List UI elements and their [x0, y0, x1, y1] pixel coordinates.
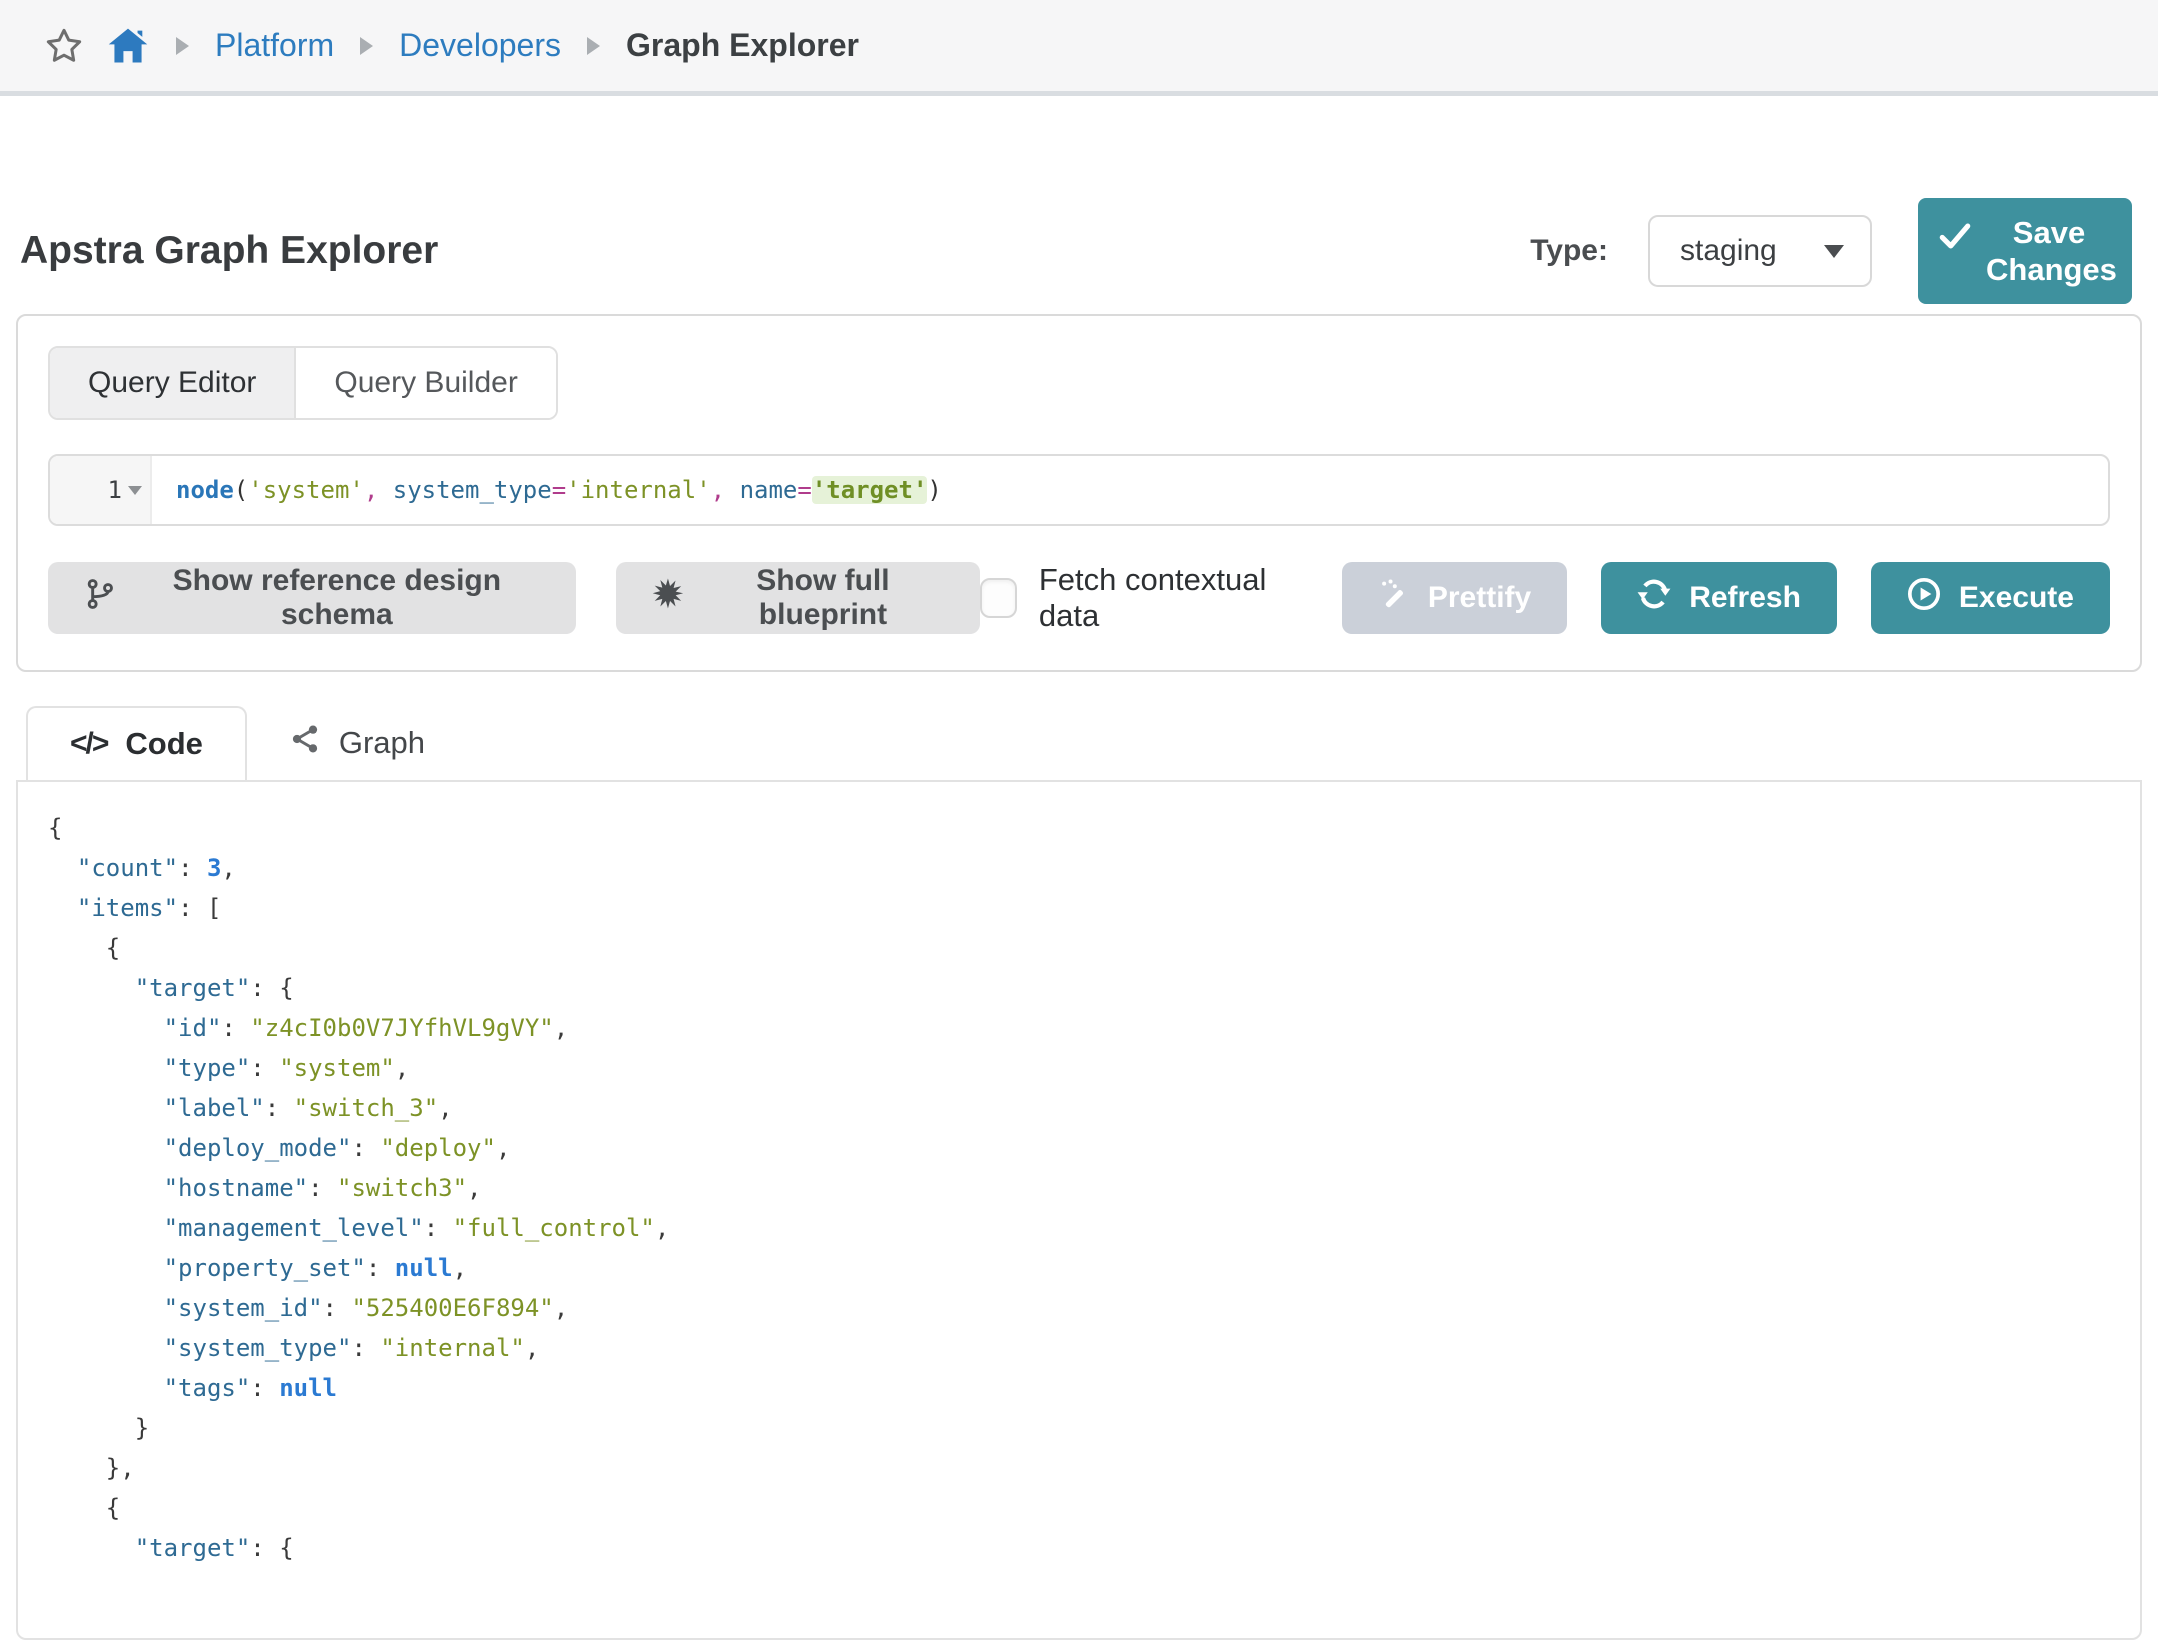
tab-query-builder[interactable]: Query Builder — [296, 348, 555, 418]
type-select[interactable]: staging — [1648, 215, 1872, 287]
line-number: 1 — [108, 476, 122, 504]
fetch-contextual-group: Fetch contextual data — [980, 562, 1308, 634]
json-line: "items": [ — [48, 888, 2140, 928]
fold-caret-icon[interactable] — [128, 486, 142, 495]
burst-icon — [652, 578, 684, 618]
query-token: , — [711, 476, 725, 504]
home-icon[interactable] — [106, 24, 150, 68]
query-token: 'system' — [248, 476, 364, 504]
fetch-contextual-checkbox[interactable] — [980, 578, 1017, 618]
refresh-label: Refresh — [1689, 581, 1801, 615]
editor-gutter: 1 — [50, 456, 152, 524]
type-select-value: staging — [1680, 234, 1777, 268]
json-line: "count": 3, — [48, 848, 2140, 888]
tab-graph[interactable]: Graph — [247, 706, 467, 780]
magic-wand-icon — [1378, 578, 1410, 618]
json-line: } — [48, 1408, 2140, 1448]
tab-graph-label: Graph — [339, 725, 425, 761]
query-mode-tabs: Query Editor Query Builder — [48, 346, 558, 420]
tab-query-editor[interactable]: Query Editor — [50, 348, 296, 418]
query-token: node — [176, 476, 234, 504]
prettify-button[interactable]: Prettify — [1342, 562, 1567, 634]
breadcrumb-current: Graph Explorer — [626, 27, 859, 64]
json-line: "target": { — [48, 1528, 2140, 1568]
execute-button[interactable]: Execute — [1871, 562, 2110, 634]
type-label: Type: — [1530, 234, 1608, 268]
query-panel: Query Editor Query Builder 1 node('syste… — [16, 314, 2142, 672]
refresh-icon — [1637, 577, 1671, 619]
show-full-blueprint-label: Show full blueprint — [702, 564, 945, 632]
check-icon — [1938, 219, 1972, 261]
star-icon[interactable] — [44, 26, 84, 66]
breadcrumb-separator-icon — [587, 37, 600, 55]
query-editor-input[interactable]: 1 node('system', system_type='internal',… — [48, 454, 2110, 526]
json-line: "system_type": "internal", — [48, 1328, 2140, 1368]
query-token: name — [740, 476, 798, 504]
save-changes-button[interactable]: Save Changes — [1918, 198, 2132, 304]
show-reference-schema-label: Show reference design schema — [134, 564, 540, 632]
query-token: system_type — [393, 476, 552, 504]
json-line: }, — [48, 1448, 2140, 1488]
breadcrumb-separator-icon — [176, 37, 189, 55]
json-line: "id": "z4cI0b0V7JYfhVL9gVY", — [48, 1008, 2140, 1048]
breadcrumb-link-developers[interactable]: Developers — [399, 27, 561, 64]
query-token: ) — [927, 476, 941, 504]
json-line: "tags": null — [48, 1368, 2140, 1408]
refresh-button[interactable]: Refresh — [1601, 562, 1837, 634]
code-icon: </> — [70, 727, 107, 761]
query-token: = — [797, 476, 811, 504]
json-line: { — [48, 1488, 2140, 1528]
page-title: Apstra Graph Explorer — [20, 229, 438, 273]
share-icon — [289, 723, 321, 763]
query-token: , — [364, 476, 378, 504]
json-line: "target": { — [48, 968, 2140, 1008]
tab-code[interactable]: </> Code — [26, 706, 247, 780]
tab-code-label: Code — [125, 726, 203, 762]
json-line: "property_set": null, — [48, 1248, 2140, 1288]
result-panel: </> Code Graph { "count": 3, "items": [ … — [16, 706, 2142, 1640]
play-circle-icon — [1907, 577, 1941, 619]
query-code: node('system', system_type='internal', n… — [152, 456, 942, 524]
show-full-blueprint-button[interactable]: Show full blueprint — [616, 562, 981, 634]
query-actions: Show reference design schema Show full b… — [48, 562, 2110, 634]
query-token — [378, 476, 392, 504]
json-line: "type": "system", — [48, 1048, 2140, 1088]
fetch-contextual-label[interactable]: Fetch contextual data — [1039, 562, 1308, 634]
query-token — [725, 476, 739, 504]
json-line: "hostname": "switch3", — [48, 1168, 2140, 1208]
query-token: = — [552, 476, 566, 504]
json-line: "system_id": "525400E6F894", — [48, 1288, 2140, 1328]
breadcrumb: Platform Developers Graph Explorer — [0, 0, 2158, 96]
prettify-label: Prettify — [1428, 581, 1531, 615]
execute-label: Execute — [1959, 581, 2074, 615]
branch-icon — [84, 578, 116, 618]
json-line: "deploy_mode": "deploy", — [48, 1128, 2140, 1168]
breadcrumb-separator-icon — [360, 37, 373, 55]
breadcrumb-link-platform[interactable]: Platform — [215, 27, 334, 64]
json-line: "management_level": "full_control", — [48, 1208, 2140, 1248]
result-tabs: </> Code Graph — [16, 706, 2142, 780]
json-line: { — [48, 928, 2140, 968]
json-output: { "count": 3, "items": [ { "target": { "… — [16, 780, 2142, 1640]
show-reference-schema-button[interactable]: Show reference design schema — [48, 562, 576, 634]
chevron-down-icon — [1824, 245, 1844, 258]
json-line: "label": "switch_3", — [48, 1088, 2140, 1128]
query-token: 'target' — [812, 476, 928, 504]
page-header: Apstra Graph Explorer Type: staging Save… — [0, 196, 2158, 306]
json-line: { — [48, 808, 2140, 848]
query-token: ( — [234, 476, 248, 504]
query-token: 'internal' — [566, 476, 711, 504]
save-changes-label: Save Changes — [1986, 214, 2112, 288]
